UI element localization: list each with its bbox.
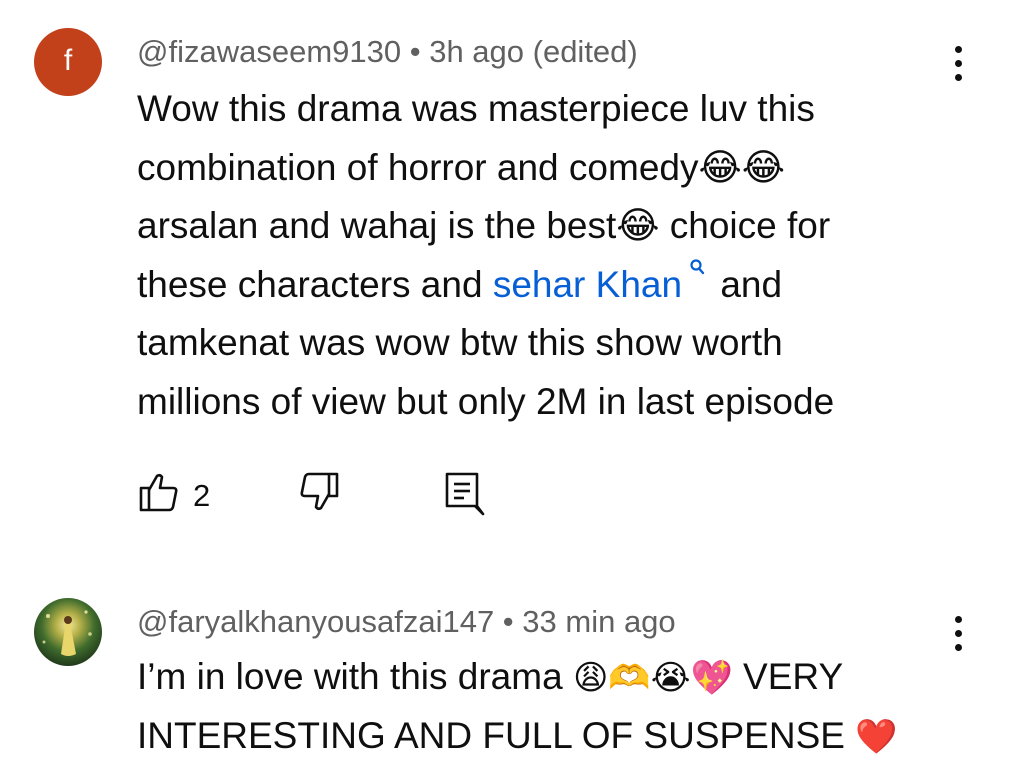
like-button[interactable]: 2 — [137, 470, 210, 519]
comment-line: Wow this drama was masterpiece luv this — [137, 88, 815, 129]
comment-meta: @fizawaseem9130 • 3h ago (edited) — [137, 34, 638, 70]
avatar-letter: f — [63, 44, 73, 77]
comment-text-fragment: these characters and — [137, 263, 493, 305]
like-count: 2 — [193, 478, 211, 513]
thumbs-up-icon — [139, 473, 178, 512]
author-handle[interactable]: @faryalkhanyousafzai147 — [137, 604, 494, 639]
more-vert-icon — [943, 46, 973, 81]
comment-text-fragment: and — [710, 263, 783, 305]
comment-line: combination of horror and comedy😂😂 — [137, 146, 785, 188]
comment-text: Wow this drama was masterpiece luv this … — [137, 80, 997, 431]
avatar-image — [42, 610, 92, 656]
comment-line: I’m in love with this drama 😩🫶😭💖 VERY — [137, 648, 997, 707]
comment-line: millions of view but only 2M in last epi… — [137, 380, 835, 422]
comment-timestamp[interactable]: 3h ago (edited) — [429, 34, 638, 69]
comment-text-fragment: INTERESTING AND FULL OF SUSPENSE — [137, 714, 856, 756]
meta-separator: • — [494, 604, 523, 639]
comment-meta: @faryalkhanyousafzai147 • 33 min ago — [137, 604, 676, 640]
author-handle[interactable]: @fizawaseem9130 — [137, 34, 401, 69]
comment-line: INTERESTING AND FULL OF SUSPENSE ❤️ — [137, 707, 997, 766]
comment-text-fragment: choice for — [659, 205, 831, 246]
avatar[interactable]: f — [34, 28, 102, 96]
comment-actions: 2 — [137, 470, 537, 520]
more-vert-icon — [943, 616, 973, 651]
search-link[interactable]: sehar Khan — [493, 264, 682, 305]
search-icon — [690, 258, 705, 274]
comment-item: @faryalkhanyousafzai147 • 33 min ago I’m… — [0, 580, 1024, 774]
emoji-group: 😩🫶😭💖 — [572, 658, 733, 698]
comment-line: arsalan and wahaj is the best😂 choice fo… — [137, 197, 997, 256]
comment-text: I’m in love with this drama 😩🫶😭💖 VERY IN… — [137, 648, 997, 765]
reply-button[interactable] — [441, 470, 485, 523]
avatar[interactable] — [34, 598, 102, 666]
comment-line: tamkenat was wow btw this show worth — [137, 322, 783, 363]
reply-icon — [445, 472, 485, 516]
comment-line: these characters and sehar Khan and — [137, 256, 997, 315]
heart-emoji: ❤️ — [855, 716, 898, 757]
comment-text-fragment: VERY — [732, 656, 844, 697]
comment-item: f @fizawaseem9130 • 3h ago (edited) Wow … — [0, 0, 1024, 560]
comment-timestamp[interactable]: 33 min ago — [522, 604, 675, 639]
comment-text-fragment: I’m in love with this drama — [137, 656, 573, 697]
thumbs-down-icon — [300, 472, 339, 511]
dislike-button[interactable] — [297, 470, 341, 519]
comment-text-fragment: arsalan and wahaj is the best😂 — [137, 205, 660, 246]
meta-separator: • — [401, 34, 430, 69]
